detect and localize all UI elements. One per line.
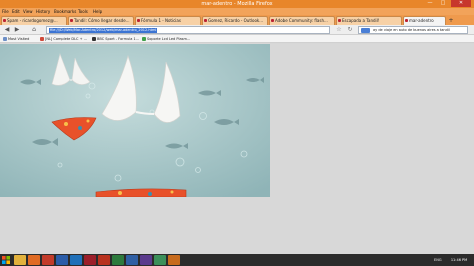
page-content — [0, 44, 474, 254]
bookmark-label: Soporte Lcd Led Plasm... — [147, 37, 191, 41]
menu-edit[interactable]: Edit — [12, 9, 20, 14]
bookmark-star-icon[interactable]: ☆ — [335, 26, 343, 34]
flash-icon[interactable] — [84, 255, 96, 265]
maximize-button[interactable]: □ — [437, 0, 449, 7]
reload-icon[interactable]: ↻ — [346, 26, 354, 34]
illustrator-icon[interactable] — [168, 255, 180, 265]
tab-label: Adobe Community: flash... — [275, 18, 328, 23]
explorer-icon[interactable] — [14, 255, 26, 265]
bookmark-icon — [40, 37, 44, 41]
tab-adobe-community[interactable]: Adobe Community: flash... — [269, 16, 335, 25]
print-dot — [118, 191, 122, 195]
bookmark-soporte-lcd[interactable]: Soporte Lcd Led Plasm... — [142, 36, 190, 42]
bookmark-icon — [3, 37, 7, 41]
underwater-scene — [0, 44, 270, 197]
tab-strip: Spam - ricardogomez@... Tandil: Cómo lle… — [0, 15, 474, 25]
close-button[interactable]: ✕ — [451, 0, 471, 7]
tab-favicon-icon — [137, 19, 140, 22]
tab-tandil-como-llegar[interactable]: Tandil: Cómo llegar desde... — [68, 16, 134, 25]
underwater-bikini-image — [0, 44, 270, 197]
search-engine-icon[interactable] — [361, 28, 370, 33]
tab-favicon-icon — [70, 19, 73, 22]
url-bar[interactable]: file:///D:/Web/Mar-Adentro/2012/web/mar-… — [46, 26, 330, 34]
tab-label: Spam - ricardogomez@... — [7, 18, 58, 23]
bookmarks-toolbar: Most Visited [NL] Complete DLC + ... BBC… — [0, 35, 474, 43]
print-dot — [148, 192, 152, 196]
tab-escapada-tandil[interactable]: Escapada a Tandil! — [336, 16, 402, 25]
outlook-icon[interactable] — [70, 255, 82, 265]
excel-icon[interactable] — [112, 255, 124, 265]
acrobat-icon[interactable] — [98, 255, 110, 265]
tab-label: Gomez, Ricardo - Outlook... — [208, 18, 264, 23]
tab-label: Fórmula 1 - Noticias — [141, 18, 181, 23]
tab-label: Tandil: Cómo llegar desde... — [74, 18, 130, 23]
tab-outlook[interactable]: Gomez, Ricardo - Outlook... — [202, 16, 268, 25]
print-dot — [170, 190, 174, 194]
bookmark-icon — [142, 37, 146, 41]
bookmark-label: Most Visited — [8, 37, 30, 41]
search-value: ay de viaje en auto de buenos aires a ta… — [373, 28, 450, 32]
print-dot — [64, 122, 68, 126]
menu-file[interactable]: File — [2, 9, 9, 14]
menu-bar: File Edit View History Bookmarks Tools H… — [0, 8, 474, 15]
print-dot — [86, 119, 90, 123]
clock[interactable]: 11:46 PM — [446, 255, 472, 265]
bookmark-icon — [92, 37, 96, 41]
tab-mar-adentro[interactable]: mar-adentro — [403, 16, 446, 25]
tab-favicon-icon — [338, 19, 341, 22]
window-title: mar-adentro - Mozilla Firefox — [201, 1, 273, 7]
bookmark-label: BBC Sport - Formula 1... — [97, 37, 140, 41]
premiere-icon[interactable] — [140, 255, 152, 265]
forward-button[interactable]: ▶ — [13, 26, 21, 34]
title-bar: mar-adentro - Mozilla Firefox — □ ✕ — [0, 0, 474, 8]
menu-view[interactable]: View — [23, 9, 33, 14]
tab-label: Escapada a Tandil! — [342, 18, 380, 23]
bookmark-bbc-sport[interactable]: BBC Sport - Formula 1... — [92, 36, 139, 42]
tab-label: mar-adentro — [409, 18, 434, 23]
home-button[interactable]: ⌂ — [30, 26, 38, 34]
media-icon[interactable] — [42, 255, 54, 265]
bookmark-label: [NL] Complete DLC + ... — [45, 37, 87, 41]
back-button[interactable]: ◀ — [3, 26, 11, 34]
tab-favicon-icon — [3, 19, 6, 22]
bookmark-complete-dlc[interactable]: [NL] Complete DLC + ... — [40, 36, 87, 42]
menu-history[interactable]: History — [36, 9, 50, 14]
menu-help[interactable]: Help — [93, 9, 102, 14]
tab-favicon-icon — [204, 19, 207, 22]
start-button-icon[interactable] — [1, 255, 11, 265]
tab-favicon-icon — [271, 19, 274, 22]
dreamweaver-icon[interactable] — [154, 255, 166, 265]
tab-formula-1[interactable]: Fórmula 1 - Noticias — [135, 16, 201, 25]
menu-tools[interactable]: Tools — [78, 9, 88, 14]
word-icon[interactable] — [126, 255, 138, 265]
navigation-bar: ◀ ▶ ⌂ file:///D:/Web/Mar-Adentro/2012/we… — [0, 25, 474, 35]
url-text: file:///D:/Web/Mar-Adentro/2012/web/mar-… — [49, 28, 158, 33]
search-input[interactable]: ay de viaje en auto de buenos aires a ta… — [358, 26, 468, 34]
minimize-button[interactable]: — — [424, 0, 436, 7]
tab-spam[interactable]: Spam - ricardogomez@... — [1, 16, 67, 25]
bookmark-most-visited[interactable]: Most Visited — [3, 36, 29, 42]
photoshop-icon[interactable] — [56, 255, 68, 265]
firefox-icon[interactable] — [28, 255, 40, 265]
language-indicator[interactable]: ENG — [434, 255, 442, 265]
new-tab-button[interactable]: + — [447, 17, 455, 24]
tab-favicon-icon — [405, 19, 408, 22]
taskbar: ENG 11:46 PM — [0, 254, 474, 266]
print-dot — [78, 126, 82, 130]
menu-bookmarks[interactable]: Bookmarks — [54, 9, 76, 14]
